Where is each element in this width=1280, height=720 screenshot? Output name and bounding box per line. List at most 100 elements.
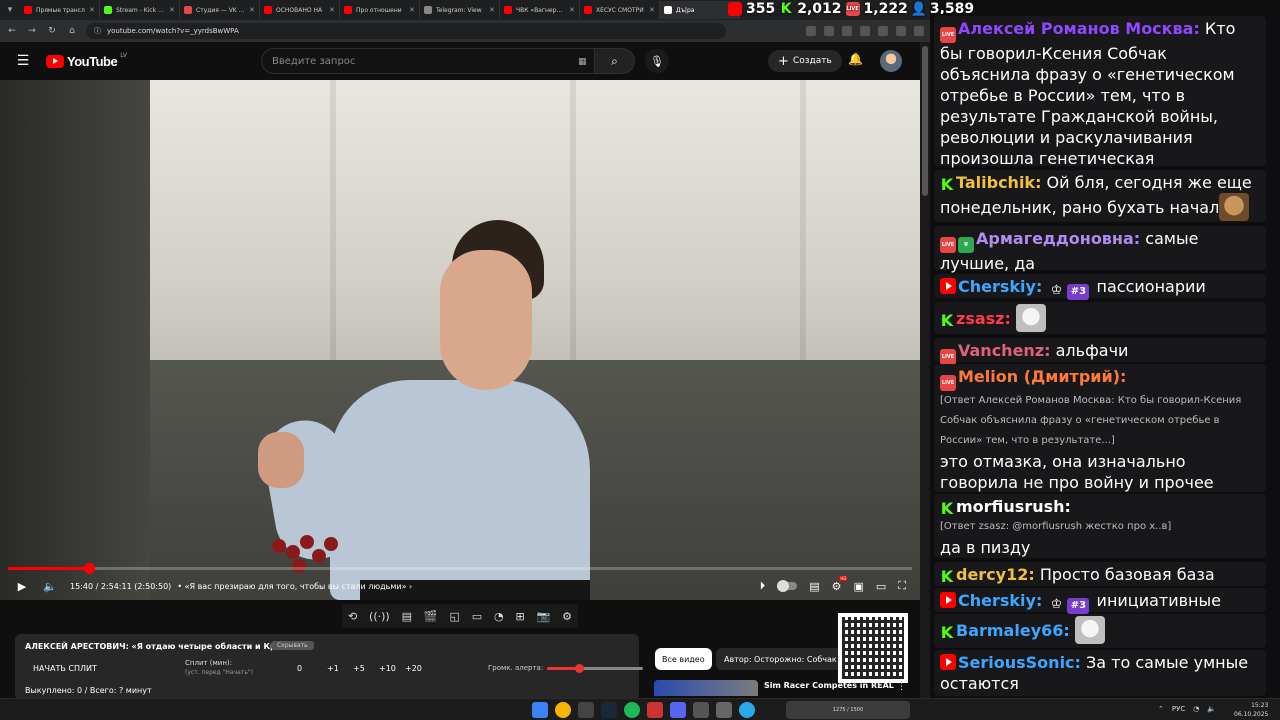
taskbar-widget[interactable]: 1275 / 1500 — [786, 701, 910, 719]
notifications-bell-icon[interactable]: 🔔 — [848, 52, 863, 66]
close-icon[interactable]: ✕ — [169, 6, 175, 14]
miniplayer-icon[interactable]: ▣ — [853, 580, 863, 593]
download-icon[interactable] — [896, 26, 906, 36]
chrome-icon[interactable] — [555, 702, 571, 718]
forward-icon[interactable]: → — [26, 26, 38, 36]
start-icon[interactable] — [532, 702, 548, 718]
more-options-icon[interactable]: ⋮ — [897, 682, 906, 692]
site-info-icon[interactable]: ⓘ — [94, 26, 101, 36]
search-icon: ⌕ — [611, 53, 618, 68]
app-icon[interactable] — [716, 702, 732, 718]
playlist-icon[interactable]: ▤ — [402, 610, 412, 623]
start-split-button[interactable]: НАЧАТЬ СПЛИТ — [33, 664, 97, 673]
url-field[interactable]: ⓘ youtube.com/watch?v=_yyrdsBwWPA — [86, 23, 726, 39]
steam-icon[interactable] — [601, 702, 617, 718]
loop-icon[interactable]: ⟲ — [348, 610, 357, 623]
play-icon[interactable]: ▶ — [8, 580, 36, 593]
terminal-icon[interactable] — [578, 702, 594, 718]
split-plus-20-button[interactable]: +20 — [405, 664, 431, 673]
autoplay-toggle[interactable] — [777, 580, 798, 592]
chapter-title[interactable]: • «Я вас презираю для того, чтобы вы ста… — [177, 582, 412, 591]
filmstrip-icon[interactable]: ▭ — [472, 610, 482, 623]
browser-tab[interactable]: ОСНОВАНО НА ✕ — [260, 1, 340, 19]
volume-icon[interactable]: 🔈 — [36, 580, 64, 593]
youtube-viewer-count: 355 — [746, 1, 776, 17]
chat-message: Kmorfiusrush: [Ответ zsasz: @morfiusrush… — [934, 494, 1266, 558]
split-plus-5-button[interactable]: +5 — [353, 664, 379, 673]
profile-icon[interactable] — [914, 26, 924, 36]
browser-tab[interactable]: ЧВК «Вагнер» М ✕ — [500, 1, 580, 19]
recommended-title[interactable]: Sim Racer Competes in REAL — [764, 681, 894, 690]
browser-tab[interactable]: Студия — VK Be ✕ — [180, 1, 260, 19]
chip-author[interactable]: Автор: Осторожно: Собчак — [716, 648, 845, 670]
subtitles-icon[interactable]: ▤ — [809, 580, 819, 593]
crop-icon[interactable]: ◱ — [449, 610, 459, 623]
discord-icon[interactable] — [670, 702, 686, 718]
extension-icon[interactable] — [824, 26, 834, 36]
create-button[interactable]: + Создать — [768, 50, 842, 72]
recommended-thumbnail[interactable] — [654, 680, 758, 696]
page-scrollbar[interactable] — [920, 42, 930, 698]
avatar[interactable] — [880, 50, 902, 72]
chevron-up-icon[interactable]: ⌃ — [1158, 705, 1164, 713]
tab-search-icon[interactable]: ▾ — [0, 0, 20, 20]
chat-text: инициативные — [1091, 591, 1221, 610]
speed-icon[interactable]: ◔ — [494, 610, 504, 623]
scrollbar-thumb[interactable] — [922, 46, 928, 196]
close-icon[interactable]: ✕ — [89, 6, 95, 14]
home-icon[interactable]: ⌂ — [66, 26, 78, 36]
browser-tab[interactable]: Прямые трансл ✕ — [20, 1, 100, 19]
fullscreen-icon[interactable]: ⛶ — [898, 579, 906, 593]
youtube-logo[interactable]: YouTube LV — [46, 52, 127, 69]
settings-gear-icon[interactable]: ⚙ — [832, 575, 848, 593]
voice-search-button[interactable]: 🎙 — [645, 49, 669, 73]
close-icon[interactable]: ✕ — [489, 6, 495, 14]
speaker-icon[interactable]: 🔈 — [1207, 705, 1216, 713]
wifi-icon[interactable]: ◔ — [1193, 705, 1199, 713]
close-icon[interactable]: ✕ — [409, 6, 415, 14]
screenshot-icon[interactable]: 📷 — [537, 610, 551, 623]
language-indicator[interactable]: РУС — [1172, 705, 1185, 713]
menu-icon[interactable]: ☰ — [0, 53, 46, 69]
close-icon[interactable]: ✕ — [569, 6, 575, 14]
volume-knob[interactable] — [574, 664, 584, 673]
close-icon[interactable]: ✕ — [649, 6, 655, 14]
chat-text: да в пизду — [940, 538, 1031, 557]
alert-volume-slider[interactable] — [547, 664, 643, 673]
video-player[interactable] — [0, 80, 920, 600]
browser-tab[interactable]: Про отношени ✕ — [340, 1, 420, 19]
video-progress-bar[interactable] — [8, 563, 912, 574]
search-button[interactable]: ⌕ — [595, 48, 635, 74]
extension-icon[interactable] — [842, 26, 852, 36]
extension-icon[interactable] — [860, 26, 870, 36]
split-plus-1-button[interactable]: +1 — [327, 664, 353, 673]
browser-tab[interactable]: ХЕСУС СМОТРИ ✕ — [580, 1, 660, 19]
browser-tab[interactable]: Stream - Kick Da ✕ — [100, 1, 180, 19]
reload-icon[interactable]: ↻ — [46, 26, 58, 36]
app-icon[interactable] — [693, 702, 709, 718]
clapper-icon[interactable]: 🎬 — [424, 610, 438, 623]
close-icon[interactable]: ✕ — [249, 6, 255, 14]
split-plus-10-button[interactable]: +10 — [379, 664, 405, 673]
hide-button[interactable]: Скрывать — [271, 641, 314, 650]
search-input[interactable] — [261, 48, 595, 74]
keyboard-icon[interactable]: ▦ — [578, 57, 587, 67]
back-icon[interactable]: ← — [6, 26, 18, 36]
audio-icon[interactable]: ((·)) — [369, 610, 390, 623]
spotify-icon[interactable] — [624, 702, 640, 718]
miniplayer-play-icon[interactable]: ⏵ — [760, 579, 766, 593]
telegram-icon[interactable] — [739, 702, 755, 718]
add-icon[interactable]: ⊞ — [515, 610, 524, 623]
extension-icon[interactable] — [878, 26, 888, 36]
settings-gear-icon[interactable]: ⚙ — [562, 610, 572, 623]
clock[interactable]: 15:23 06.10.2025 — [1234, 701, 1268, 719]
person-icon: 👤 — [910, 1, 927, 17]
chat-nick: zsasz: — [956, 309, 1011, 328]
microphone-icon: 🎙 — [650, 54, 664, 68]
close-icon[interactable]: ✕ — [329, 6, 335, 14]
theater-mode-icon[interactable]: ▭ — [876, 580, 886, 593]
browser-tab[interactable]: Telegram: View ✕ — [420, 1, 500, 19]
extension-icon[interactable] — [806, 26, 816, 36]
app-icon[interactable] — [647, 702, 663, 718]
chip-all-videos[interactable]: Все видео — [655, 648, 712, 670]
